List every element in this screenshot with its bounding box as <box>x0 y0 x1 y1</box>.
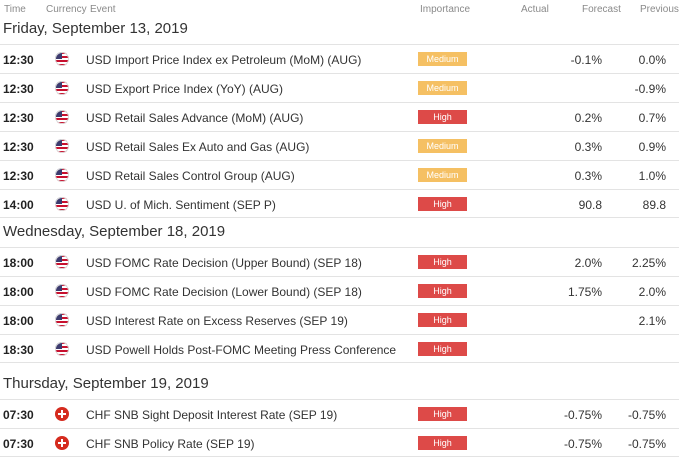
us-flag-icon <box>55 139 69 153</box>
forecast-value: 2.0% <box>574 256 602 270</box>
importance-badge: High <box>418 436 467 450</box>
table-row[interactable]: 18:00 USD FOMC Rate Decision (Upper Bound… <box>0 247 679 276</box>
table-row[interactable]: 12:30 USD Retail Sales Advance (MoM) (AUG… <box>0 102 679 131</box>
event-time: 12:30 <box>3 140 34 154</box>
forecast-value: -0.75% <box>563 408 602 422</box>
previous-value: 2.1% <box>638 314 666 328</box>
us-flag-icon <box>55 197 69 211</box>
event-name[interactable]: USD Import Price Index ex Petroleum (MoM… <box>86 53 361 67</box>
table-row[interactable]: 18:00 USD FOMC Rate Decision (Lower Bound… <box>0 276 679 305</box>
previous-value: 0.0% <box>638 53 666 67</box>
previous-value: -0.75% <box>627 437 666 451</box>
event-name[interactable]: USD Retail Sales Control Group (AUG) <box>86 169 295 183</box>
importance-badge: High <box>418 313 467 327</box>
importance-badge: High <box>418 342 467 356</box>
event-time: 12:30 <box>3 53 34 67</box>
event-name[interactable]: CHF SNB Sight Deposit Interest Rate (SEP… <box>86 408 337 422</box>
event-time: 18:00 <box>3 314 34 328</box>
previous-value: 1.0% <box>638 169 666 183</box>
day-label: Friday, September 13, 2019 <box>3 20 188 37</box>
event-time: 14:00 <box>3 198 34 212</box>
previous-value: -0.75% <box>627 408 666 422</box>
importance-badge: High <box>418 110 467 124</box>
event-name[interactable]: CHF SNB Policy Rate (SEP 19) <box>86 437 255 451</box>
importance-badge: High <box>418 255 467 269</box>
table-row[interactable]: 12:30 USD Retail Sales Ex Auto and Gas (A… <box>0 131 679 160</box>
day-label: Wednesday, September 18, 2019 <box>3 223 226 240</box>
table-row[interactable]: 18:30 USD Powell Holds Post-FOMC Meeting … <box>0 334 679 363</box>
importance-badge: Medium <box>418 139 467 153</box>
forecast-value: 90.8 <box>578 198 602 212</box>
table-row[interactable]: 07:30 CHF SNB Sight Deposit Interest Rate… <box>0 399 679 428</box>
event-name[interactable]: USD Retail Sales Ex Auto and Gas (AUG) <box>86 140 309 154</box>
us-flag-icon <box>55 313 69 327</box>
event-time: 12:30 <box>3 82 34 96</box>
importance-badge: Medium <box>418 81 467 95</box>
day-header: Wednesday, September 18, 2019 <box>0 217 679 247</box>
table-row[interactable]: 12:30 USD Export Price Index (YoY) (AUG) M… <box>0 73 679 102</box>
day-label: Thursday, September 19, 2019 <box>3 375 209 392</box>
forecast-value: 0.2% <box>574 111 602 125</box>
event-name[interactable]: USD U. of Mich. Sentiment (SEP P) <box>86 198 276 212</box>
day-header: Thursday, September 19, 2019 <box>0 369 679 399</box>
us-flag-icon <box>55 342 69 356</box>
event-time: 07:30 <box>3 437 34 451</box>
event-name[interactable]: USD Retail Sales Advance (MoM) (AUG) <box>86 111 303 125</box>
forecast-value: -0.75% <box>563 437 602 451</box>
event-time: 18:00 <box>3 256 34 270</box>
forecast-value: 1.75% <box>567 285 602 299</box>
event-name[interactable]: USD Interest Rate on Excess Reserves (SE… <box>86 314 348 328</box>
table-row[interactable]: 12:30 USD Retail Sales Control Group (AUG… <box>0 160 679 189</box>
us-flag-icon <box>55 81 69 95</box>
us-flag-icon <box>55 255 69 269</box>
event-name[interactable]: USD FOMC Rate Decision (Upper Bound) (SE… <box>86 256 362 270</box>
importance-badge: High <box>418 407 467 421</box>
event-name[interactable]: USD Export Price Index (YoY) (AUG) <box>86 82 283 96</box>
us-flag-icon <box>55 52 69 66</box>
table-row[interactable]: 12:30 USD Import Price Index ex Petroleum… <box>0 44 679 73</box>
us-flag-icon <box>55 110 69 124</box>
event-time: 07:30 <box>3 408 34 422</box>
importance-badge: Medium <box>418 52 467 66</box>
previous-value: 89.8 <box>642 198 666 212</box>
event-time: 12:30 <box>3 111 34 125</box>
table-row[interactable]: 18:00 USD Interest Rate on Excess Reserve… <box>0 305 679 334</box>
event-name[interactable]: USD Powell Holds Post-FOMC Meeting Press… <box>86 343 396 357</box>
importance-badge: Medium <box>418 168 467 182</box>
ch-flag-icon <box>55 436 69 450</box>
previous-value: 0.7% <box>638 111 666 125</box>
previous-value: 2.25% <box>631 256 666 270</box>
event-time: 18:00 <box>3 285 34 299</box>
previous-value: -0.9% <box>634 82 666 96</box>
event-name[interactable]: USD FOMC Rate Decision (Lower Bound) (SE… <box>86 285 362 299</box>
day-header: Friday, September 13, 2019 <box>0 14 679 44</box>
event-time: 18:30 <box>3 343 34 357</box>
importance-badge: High <box>418 197 467 211</box>
forecast-value: -0.1% <box>570 53 602 67</box>
us-flag-icon <box>55 168 69 182</box>
table-row[interactable]: 14:00 USD U. of Mich. Sentiment (SEP P) Hi… <box>0 189 679 218</box>
previous-value: 0.9% <box>638 140 666 154</box>
us-flag-icon <box>55 284 69 298</box>
forecast-value: 0.3% <box>574 169 602 183</box>
forecast-value: 0.3% <box>574 140 602 154</box>
event-time: 12:30 <box>3 169 34 183</box>
importance-badge: High <box>418 284 467 298</box>
previous-value: 2.0% <box>638 285 666 299</box>
ch-flag-icon <box>55 407 69 421</box>
